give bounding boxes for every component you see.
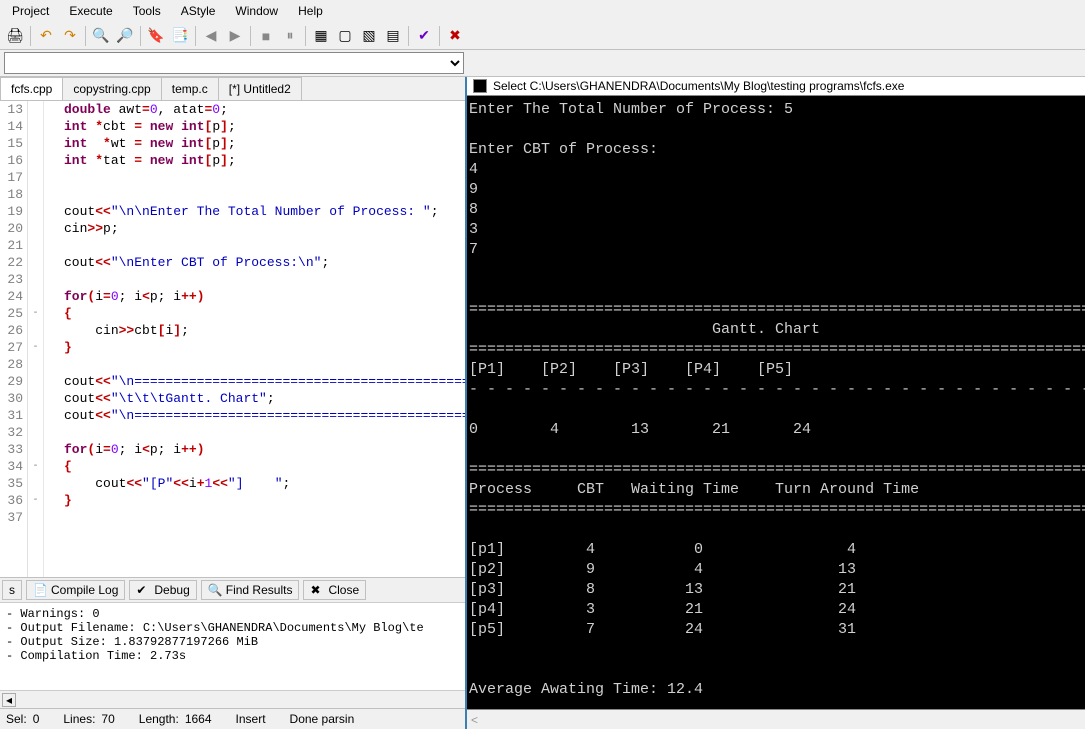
- menu-tools[interactable]: Tools: [125, 2, 169, 20]
- log-line: - Compilation Time: 2.73s: [6, 649, 459, 663]
- log-line: - Warnings: 0: [6, 607, 459, 621]
- bottom-tabbar: s 📄Compile Log ✔Debug 🔍Find Results ✖Clo…: [0, 577, 465, 602]
- menubar: Project Execute Tools AStyle Window Help: [0, 0, 1085, 22]
- print-icon[interactable]: 🖨: [4, 25, 26, 47]
- close-action-icon[interactable]: ✖: [444, 25, 466, 47]
- close-icon: ✖: [310, 583, 324, 597]
- bookmark-icon[interactable]: 🔖: [145, 25, 167, 47]
- redo-icon[interactable]: ↷: [59, 25, 81, 47]
- rebuild-icon[interactable]: ▤: [382, 25, 404, 47]
- console-output[interactable]: Enter The Total Number of Process: 5 Ent…: [467, 96, 1085, 709]
- code-editor[interactable]: 1314151617181920212223242526272829303132…: [0, 101, 465, 577]
- bottom-tab-find[interactable]: 🔍Find Results: [201, 580, 300, 600]
- tab-fcfs[interactable]: fcfs.cpp: [0, 77, 63, 100]
- menu-project[interactable]: Project: [4, 2, 57, 20]
- compile-log: - Warnings: 0 - Output Filename: C:\User…: [0, 602, 465, 690]
- toolbar: 🖨 ↶ ↷ 🔍 🔎 🔖 📑 ◀ ▶ ■ ⏸ ▦ ▢ ▧ ▤ ✔ ✖: [0, 22, 1085, 50]
- log-line: - Output Size: 1.83792877197266 MiB: [6, 635, 459, 649]
- editor-hscrollbar[interactable]: ◂: [0, 690, 465, 708]
- next-icon[interactable]: ▶: [224, 25, 246, 47]
- console-title-text: Select C:\Users\GHANENDRA\Documents\My B…: [493, 79, 904, 93]
- tab-temp[interactable]: temp.c: [161, 77, 219, 100]
- menu-window[interactable]: Window: [227, 2, 286, 20]
- menu-help[interactable]: Help: [290, 2, 331, 20]
- statusbar: Sel:0 Lines:70 Length:1664 Insert Done p…: [0, 708, 465, 729]
- bottom-tab-close[interactable]: ✖Close: [303, 580, 366, 600]
- bottom-tab-debug[interactable]: ✔Debug: [129, 580, 196, 600]
- find-icon[interactable]: 🔍: [90, 25, 112, 47]
- log-line: - Output Filename: C:\Users\GHANENDRA\Do…: [6, 621, 459, 635]
- menu-execute[interactable]: Execute: [61, 2, 120, 20]
- undo-icon[interactable]: ↶: [35, 25, 57, 47]
- console-pane: Select C:\Users\GHANENDRA\Documents\My B…: [467, 77, 1085, 729]
- goto-icon[interactable]: 📑: [169, 25, 191, 47]
- log-icon: 📄: [33, 583, 47, 597]
- prev-icon[interactable]: ◀: [200, 25, 222, 47]
- pause-icon[interactable]: ⏸: [279, 25, 301, 47]
- menu-astyle[interactable]: AStyle: [173, 2, 224, 20]
- syntax-check-icon[interactable]: ✔: [413, 25, 435, 47]
- goto-function-dropdown[interactable]: [4, 52, 464, 74]
- scroll-left-icon[interactable]: ◂: [2, 693, 16, 707]
- debug-icon: ✔: [136, 583, 150, 597]
- stop-icon[interactable]: ■: [255, 25, 277, 47]
- console-statusbar: <: [467, 709, 1085, 729]
- compile-run-icon[interactable]: ▧: [358, 25, 380, 47]
- file-tabbar: fcfs.cpp copystring.cpp temp.c [*] Untit…: [0, 77, 465, 101]
- goto-row: [0, 50, 1085, 77]
- compile-icon[interactable]: ▦: [310, 25, 332, 47]
- tab-copystring[interactable]: copystring.cpp: [62, 77, 161, 100]
- console-app-icon: [473, 79, 487, 93]
- tab-untitled2[interactable]: [*] Untitled2: [218, 77, 302, 100]
- console-titlebar[interactable]: Select C:\Users\GHANENDRA\Documents\My B…: [467, 77, 1085, 96]
- run-icon[interactable]: ▢: [334, 25, 356, 47]
- replace-icon[interactable]: 🔎: [114, 25, 136, 47]
- editor-pane: fcfs.cpp copystring.cpp temp.c [*] Untit…: [0, 77, 467, 729]
- find-results-icon: 🔍: [208, 583, 222, 597]
- bottom-tab-s[interactable]: s: [2, 580, 22, 600]
- bottom-tab-compile-log[interactable]: 📄Compile Log: [26, 580, 125, 600]
